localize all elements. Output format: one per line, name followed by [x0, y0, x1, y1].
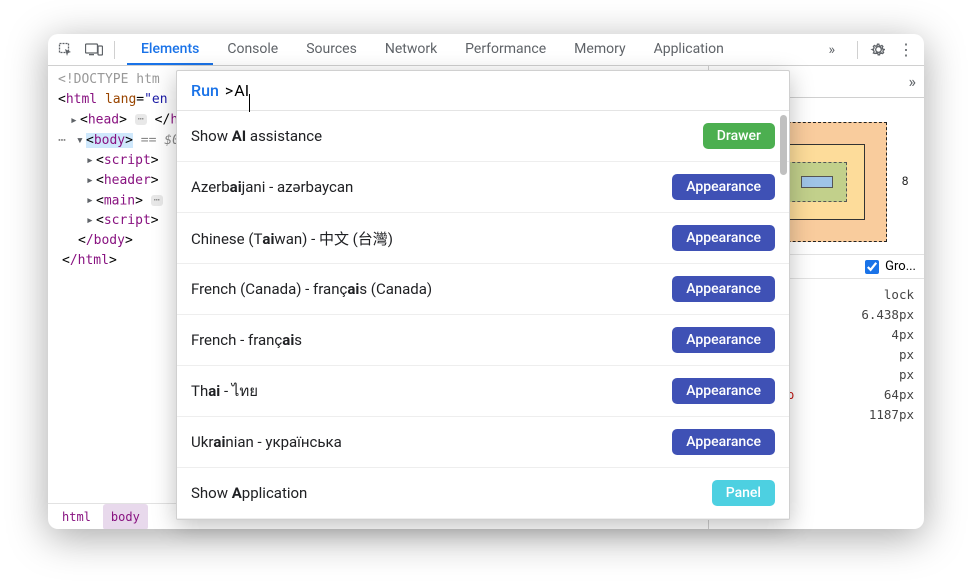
gutter-dots-icon[interactable]: ⋯ [48, 131, 72, 151]
command-item[interactable]: Azerbaijani - azərbaycan Appearance [177, 162, 789, 213]
category-badge: Appearance [672, 327, 775, 353]
group-label: Gro... [885, 259, 916, 274]
group-checkbox[interactable] [865, 260, 879, 274]
category-badge: Appearance [672, 225, 775, 251]
inspect-icon[interactable] [54, 38, 78, 62]
crumb-html[interactable]: html [54, 504, 99, 530]
tab-console[interactable]: Console [213, 34, 292, 65]
tab-memory[interactable]: Memory [560, 34, 639, 65]
command-input-row: Run > AI [177, 71, 789, 111]
category-badge: Appearance [672, 378, 775, 404]
panel-tabs: Elements Console Sources Network Perform… [127, 34, 738, 65]
kebab-icon[interactable]: ⋮ [894, 38, 918, 62]
tab-performance[interactable]: Performance [451, 34, 560, 65]
category-badge: Appearance [672, 174, 775, 200]
category-badge: Drawer [703, 123, 775, 149]
toolbar: Elements Console Sources Network Perform… [48, 34, 924, 66]
crumb-body[interactable]: body [103, 504, 148, 530]
command-item[interactable]: Show AI assistance Drawer [177, 111, 789, 162]
command-item[interactable]: Chinese (Taiwan) - 中文 (台灣) Appearance [177, 213, 789, 264]
gear-icon[interactable] [866, 38, 890, 62]
command-item[interactable]: Thai - ไทย Appearance [177, 366, 789, 417]
command-chevron: > [225, 81, 233, 100]
command-results-list: Show AI assistance Drawer Azerbaijani - … [177, 111, 789, 519]
command-item[interactable]: Ukrainian - українська Appearance [177, 417, 789, 468]
tab-sources[interactable]: Sources [292, 34, 371, 65]
command-item[interactable]: Show Application Panel [177, 468, 789, 519]
command-palette: Run > AI Show AI assistance Drawer Azerb… [176, 70, 790, 520]
tab-elements[interactable]: Elements [127, 34, 213, 65]
device-toolbar-icon[interactable] [82, 38, 106, 62]
category-badge: Appearance [672, 276, 775, 302]
tabs-overflow-icon[interactable]: » [814, 35, 849, 64]
tab-application[interactable]: Application [640, 34, 738, 65]
command-prefix-label: Run [191, 81, 219, 100]
category-badge: Panel [712, 480, 775, 506]
divider [857, 41, 858, 59]
divider [114, 41, 115, 59]
command-item[interactable]: French (Canada) - français (Canada) Appe… [177, 264, 789, 315]
command-item[interactable]: French - français Appearance [177, 315, 789, 366]
command-input[interactable]: AI [234, 81, 249, 100]
category-badge: Appearance [672, 429, 775, 455]
sidebar-overflow-icon[interactable]: » [909, 72, 917, 91]
tab-network[interactable]: Network [371, 34, 451, 65]
box-model-value: 8 [902, 174, 909, 188]
scrollbar[interactable] [780, 115, 787, 175]
